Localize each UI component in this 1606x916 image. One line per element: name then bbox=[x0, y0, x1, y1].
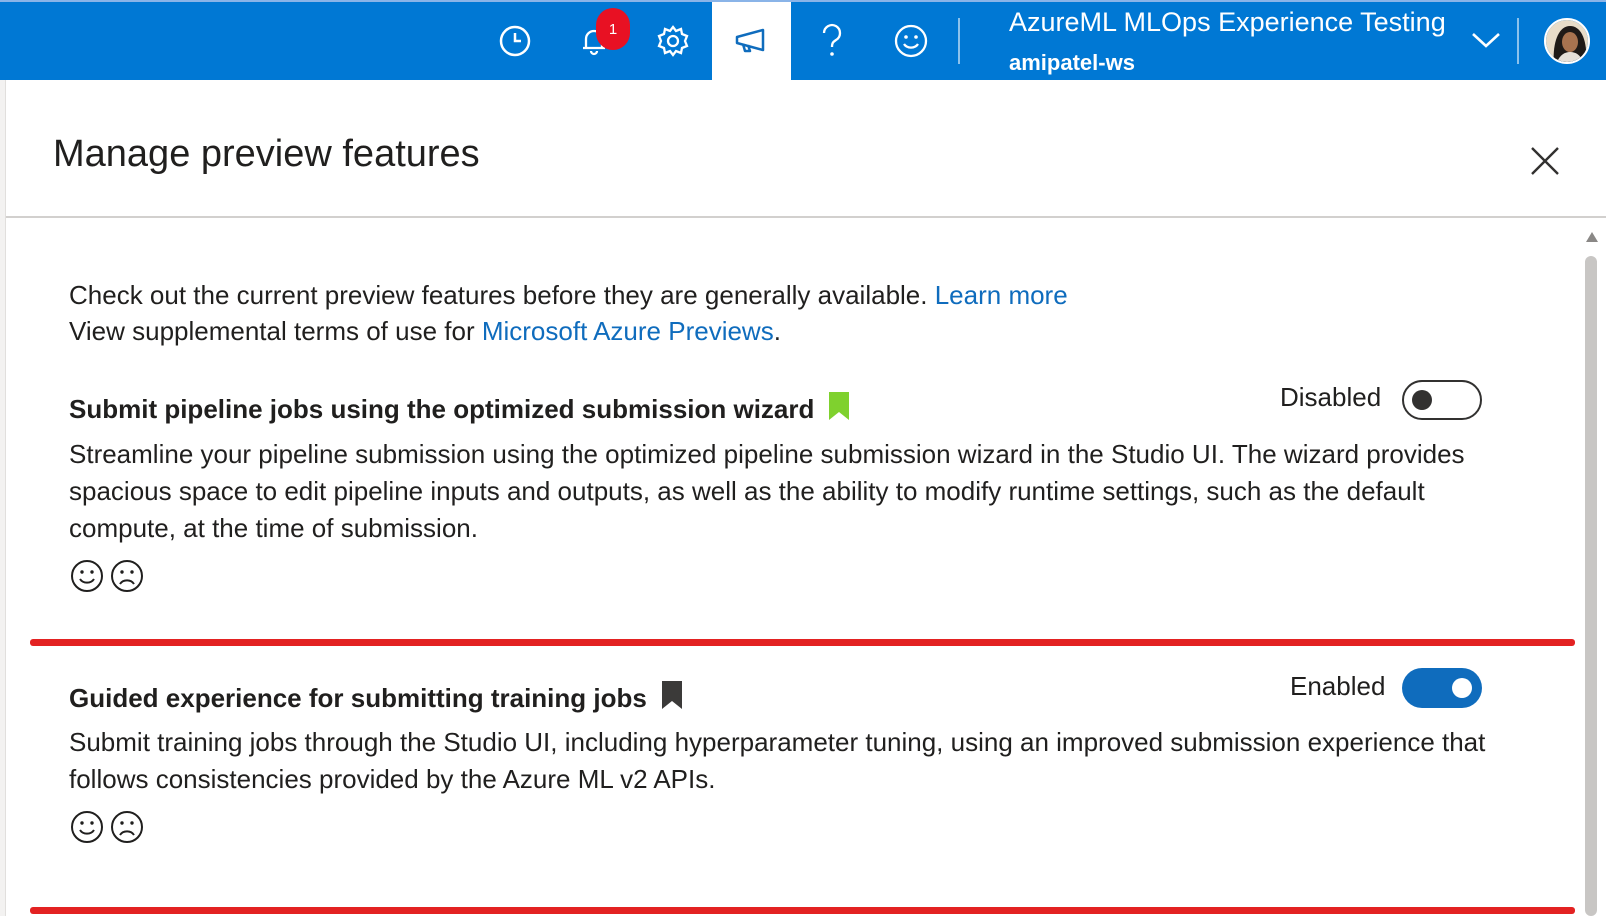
feedback-buttons bbox=[69, 558, 145, 598]
history-icon bbox=[498, 24, 532, 58]
intro-line-1: Check out the current preview features b… bbox=[69, 280, 1068, 311]
feature-description: Streamline your pipeline submission usin… bbox=[69, 439, 1465, 543]
scrollbar-thumb[interactable] bbox=[1585, 256, 1597, 916]
workspace-title[interactable]: AzureML MLOps Experience Testing bbox=[1009, 7, 1446, 38]
feedback-button[interactable] bbox=[871, 2, 950, 80]
learn-more-link[interactable]: Learn more bbox=[935, 280, 1068, 310]
toggle-status-label: Enabled bbox=[1290, 671, 1386, 701]
topbar-divider bbox=[1517, 18, 1519, 64]
left-edge-strip bbox=[0, 80, 6, 916]
settings-button[interactable] bbox=[633, 2, 712, 80]
notification-count-badge: 1 bbox=[596, 8, 630, 50]
toggle-status-label: Disabled bbox=[1280, 382, 1382, 412]
top-navigation-bar: 1 AzureML MLOps Experience Testing amipa… bbox=[0, 0, 1606, 80]
smile-icon[interactable] bbox=[69, 809, 105, 849]
frown-icon[interactable] bbox=[109, 809, 145, 849]
intro-text-2-end: . bbox=[773, 316, 781, 346]
feature-description: Submit training jobs through the Studio … bbox=[69, 727, 1486, 794]
feature-title-pipeline-wizard: Submit pipeline jobs using the optimized… bbox=[69, 391, 850, 428]
history-button[interactable] bbox=[475, 2, 554, 80]
scroll-up-arrow-icon[interactable] bbox=[1585, 228, 1599, 247]
workspace-name[interactable]: amipatel-ws bbox=[1009, 50, 1135, 76]
toggle-knob bbox=[1412, 390, 1432, 410]
highlight-separator bbox=[30, 907, 1575, 914]
feedback-buttons bbox=[69, 809, 145, 849]
help-button[interactable] bbox=[792, 2, 871, 80]
bookmark-icon bbox=[828, 391, 850, 428]
feature-title-training-jobs: Guided experience for submitting trainin… bbox=[69, 680, 683, 717]
settings-gear-icon bbox=[655, 23, 691, 59]
megaphone-icon bbox=[733, 26, 771, 56]
feature-title-text: Guided experience for submitting trainin… bbox=[69, 683, 647, 713]
preview-features-button[interactable] bbox=[712, 2, 791, 80]
topbar-divider bbox=[958, 18, 960, 64]
intro-line-2: View supplemental terms of use for Micro… bbox=[69, 316, 781, 347]
chevron-down-icon[interactable] bbox=[1470, 28, 1502, 56]
help-icon bbox=[817, 21, 847, 61]
smile-icon[interactable] bbox=[69, 558, 105, 598]
highlight-separator bbox=[30, 639, 1575, 646]
toggle-knob bbox=[1452, 678, 1472, 698]
bookmark-icon bbox=[661, 680, 683, 717]
azure-previews-link[interactable]: Microsoft Azure Previews bbox=[482, 316, 774, 346]
page-title: Manage preview features bbox=[53, 133, 480, 175]
intro-text-2: View supplemental terms of use for bbox=[69, 316, 475, 346]
intro-text-1: Check out the current preview features b… bbox=[69, 280, 928, 310]
header-divider bbox=[6, 216, 1606, 218]
feature-title-text: Submit pipeline jobs using the optimized… bbox=[69, 394, 815, 424]
avatar[interactable] bbox=[1544, 18, 1590, 64]
close-icon[interactable] bbox=[1528, 144, 1562, 178]
feedback-smile-icon bbox=[893, 23, 929, 59]
frown-icon[interactable] bbox=[109, 558, 145, 598]
feature-toggle-training-jobs[interactable] bbox=[1402, 668, 1482, 708]
feature-toggle-pipeline-wizard[interactable] bbox=[1402, 380, 1482, 420]
